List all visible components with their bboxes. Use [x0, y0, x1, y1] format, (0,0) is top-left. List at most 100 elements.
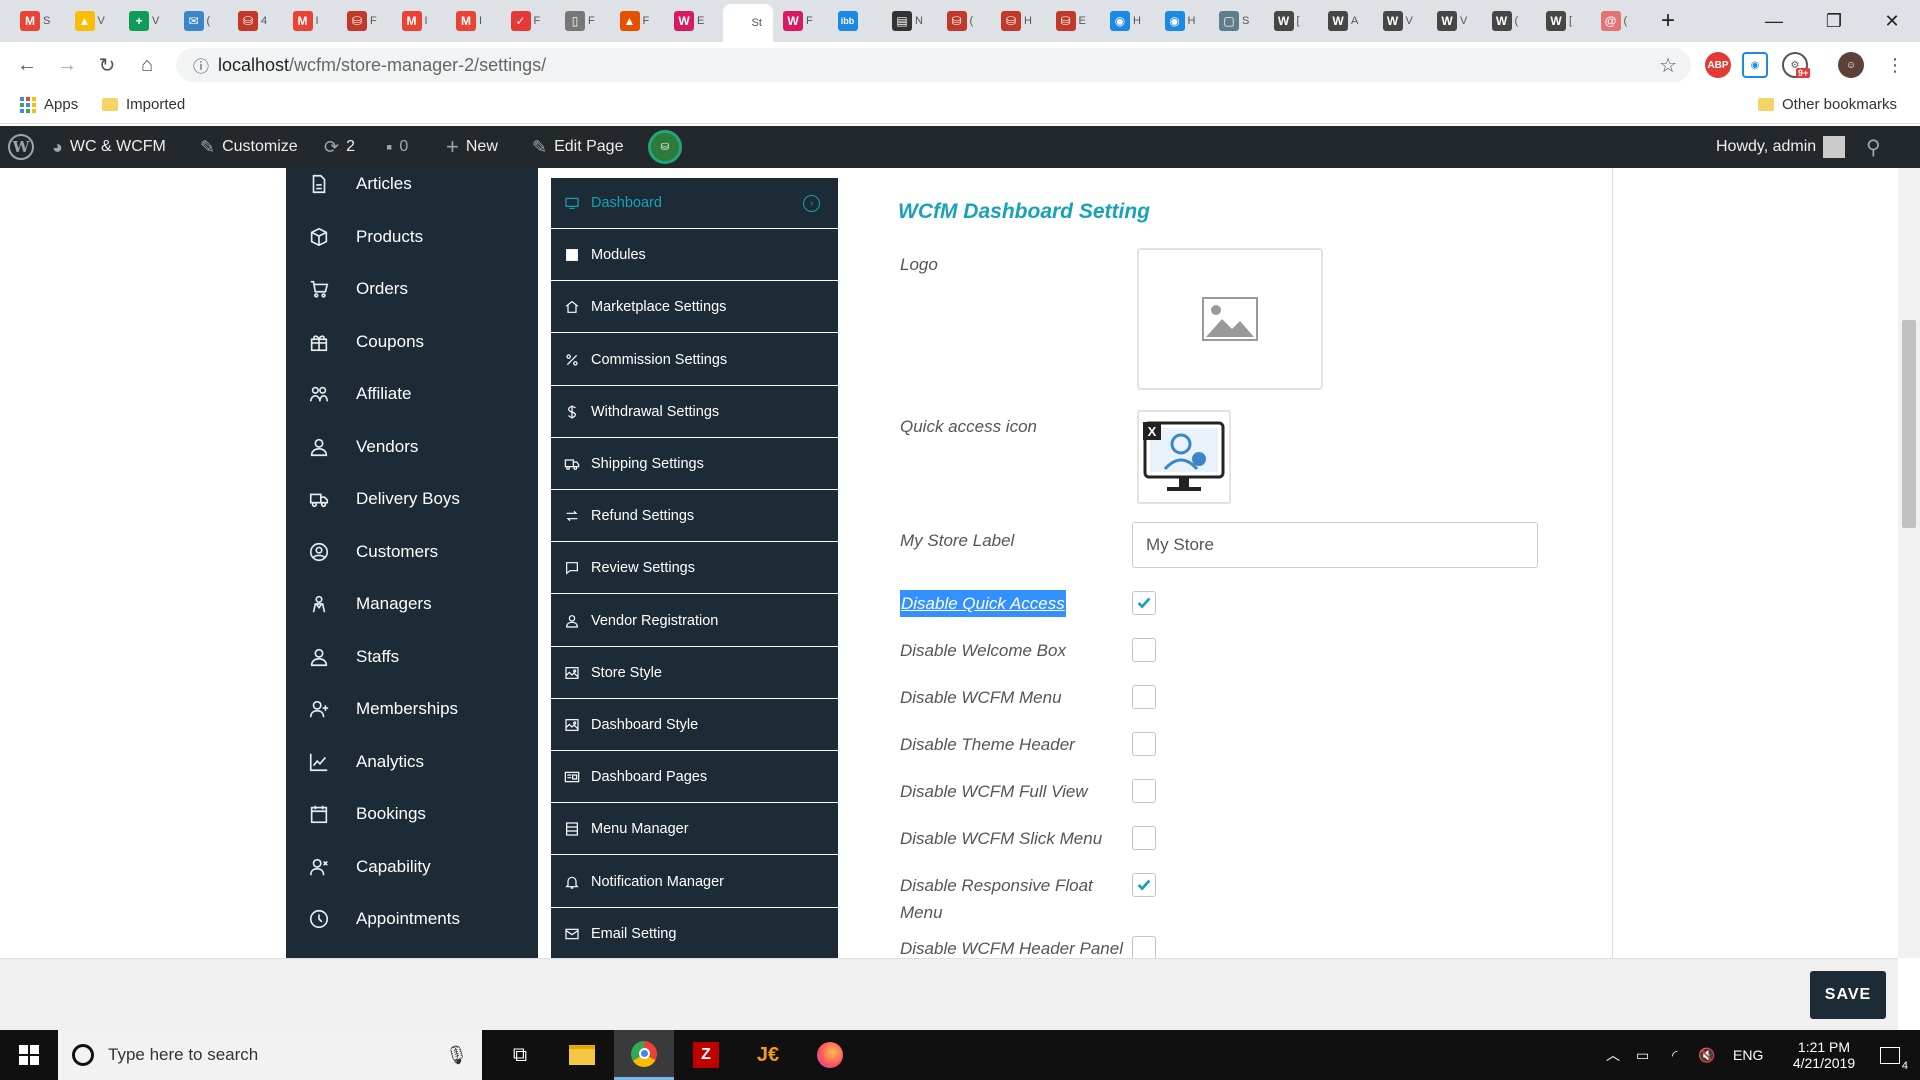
menu-item-memberships[interactable]: Memberships — [286, 683, 538, 735]
browser-tab[interactable]: ▢ S — [1213, 4, 1263, 38]
settings-nav-review-settings[interactable]: Review Settings — [551, 543, 838, 595]
bookmark-other[interactable]: Other bookmarks — [1758, 96, 1897, 113]
bookmark-imported[interactable]: Imported — [102, 96, 185, 113]
menu-item-bookings[interactable]: Bookings — [286, 788, 538, 840]
language-indicator[interactable]: ENG — [1733, 1030, 1763, 1080]
menu-item-staffs[interactable]: Staffs — [286, 631, 538, 683]
browser-tab[interactable]: ⛁ H — [995, 4, 1045, 38]
wp-logo-button[interactable]: W — [8, 126, 34, 168]
menu-item-delivery-boys[interactable]: Delivery Boys — [286, 473, 538, 525]
updates-link[interactable]: ⟳ 2 — [324, 126, 355, 168]
bookmark-star-icon[interactable]: ☆ — [1659, 53, 1677, 78]
browser-tab[interactable]: W( — [1486, 4, 1536, 38]
browser-tab[interactable]: W[ — [1268, 4, 1318, 38]
settings-nav-dashboard[interactable]: Dashboard › — [551, 178, 838, 229]
home-button[interactable]: ⌂ — [132, 50, 162, 80]
battery-icon[interactable]: ▭ — [1636, 1030, 1649, 1080]
edit-page-link[interactable]: ✎ Edit Page — [532, 126, 623, 168]
extension-icon[interactable]: ⚙ 9+ — [1782, 52, 1811, 78]
clock[interactable]: 1:21 PM 4/21/2019 — [1780, 1030, 1868, 1080]
close-window-button[interactable]: ✕ — [1864, 0, 1920, 42]
checkbox-disable-wcfm-header-panel[interactable] — [1132, 936, 1156, 958]
settings-nav-vendor-registration[interactable]: Vendor Registration — [551, 596, 838, 647]
browser-tab[interactable]: MS — [14, 4, 64, 38]
adblock-icon[interactable]: ABP — [1705, 52, 1731, 78]
browser-tab[interactable]: ⛁ 4 — [232, 4, 282, 38]
quick-access-icon-upload[interactable]: X — [1137, 410, 1231, 504]
settings-nav-dashboard-pages[interactable]: Dashboard Pages — [551, 752, 838, 804]
close-tab-icon[interactable]: ✕ — [771, 13, 773, 33]
browser-tab[interactable]: ▯ F — [559, 4, 609, 38]
my-account-link[interactable]: Howdy, admin — [1716, 126, 1846, 168]
browser-tab[interactable]: W[ — [1540, 4, 1590, 38]
browser-tab[interactable]: MI — [450, 4, 500, 38]
menu-item-articles[interactable]: Articles — [286, 168, 538, 210]
menu-item-managers[interactable]: Managers — [286, 578, 538, 630]
scrollbar-thumb[interactable] — [1902, 320, 1916, 528]
chrome-icon[interactable] — [614, 1030, 674, 1080]
site-name-link[interactable]: ◕ WC & WCFM — [52, 126, 166, 168]
settings-nav-notification-manager[interactable]: Notification Manager — [551, 857, 838, 908]
menu-item-products[interactable]: Products — [286, 211, 538, 263]
menu-item-capability[interactable]: Capability — [286, 841, 538, 893]
task-view-icon[interactable]: ⧉ — [490, 1030, 550, 1080]
browser-tab[interactable]: @( — [1595, 4, 1645, 38]
profile-avatar[interactable]: ☺ — [1838, 52, 1864, 78]
checkbox-disable-wcfm-menu[interactable] — [1132, 685, 1156, 709]
admin-search-button[interactable]: ⚲ — [1866, 126, 1881, 168]
browser-tab[interactable]: WA — [1322, 4, 1372, 38]
browser-tab[interactable]: ✓ F — [505, 4, 555, 38]
browser-tab[interactable]: ⛁ E — [1050, 4, 1100, 38]
jetbrains-icon[interactable]: J€ — [738, 1030, 798, 1080]
wifi-icon[interactable]: ◜ — [1672, 1030, 1677, 1080]
browser-tab[interactable]: ⛁( — [941, 4, 991, 38]
menu-item-affiliate[interactable]: Affiliate — [286, 368, 538, 420]
browser-tab[interactable]: WE — [668, 4, 718, 38]
browser-tab[interactable]: ✉( — [178, 4, 228, 38]
microphone-icon[interactable]: 🎙 — [445, 1045, 468, 1066]
checkbox-disable-quick-access[interactable] — [1132, 591, 1156, 615]
menu-kebab-icon[interactable]: ⋮ — [1880, 50, 1910, 80]
checkbox-disable-responsive-float-menu[interactable] — [1132, 873, 1156, 897]
tray-chevron-icon[interactable]: ︿ — [1606, 1030, 1620, 1080]
settings-nav-shipping-settings[interactable]: Shipping Settings — [551, 439, 838, 490]
firefox-icon[interactable] — [800, 1030, 860, 1080]
start-button[interactable] — [0, 1030, 58, 1080]
settings-nav-modules[interactable]: Modules — [551, 230, 838, 282]
settings-nav-dashboard-style[interactable]: Dashboard Style — [551, 700, 838, 751]
checkbox-disable-wcfm-slick-menu[interactable] — [1132, 826, 1156, 850]
settings-nav-email-setting[interactable]: Email Setting — [551, 909, 838, 958]
filezilla-icon[interactable]: Z — [676, 1030, 736, 1080]
browser-tab[interactable]: ◉ H — [1159, 4, 1209, 38]
browser-tab[interactable]: WV — [1377, 4, 1427, 38]
logo-upload[interactable] — [1137, 248, 1323, 390]
browser-tab[interactable]: ▤ N — [886, 4, 936, 38]
bookmark-apps[interactable]: Apps — [20, 96, 78, 113]
browser-tab[interactable]: MI — [287, 4, 337, 38]
address-bar[interactable]: ⓘ localhost/wcfm/store-manager-2/setting… — [176, 48, 1691, 82]
action-center-icon[interactable]: 4 — [1870, 1030, 1910, 1080]
settings-nav-commission-settings[interactable]: Commission Settings — [551, 335, 838, 386]
browser-tab[interactable]: WV — [1431, 4, 1481, 38]
browser-tab[interactable]: ▲ V — [69, 4, 119, 38]
store-label-input[interactable] — [1132, 522, 1538, 568]
screenshot-extension-icon[interactable]: ◉ — [1742, 52, 1768, 78]
browser-tab[interactable]: WF — [777, 4, 827, 38]
checkbox-disable-wcfm-full-view[interactable] — [1132, 779, 1156, 803]
taskbar-search[interactable]: Type here to search 🎙 — [58, 1030, 482, 1080]
menu-item-analytics[interactable]: Analytics — [286, 736, 538, 788]
settings-nav-store-style[interactable]: Store Style — [551, 648, 838, 699]
reload-button[interactable]: ↻ — [92, 50, 122, 80]
menu-item-coupons[interactable]: Coupons — [286, 316, 538, 368]
browser-tab[interactable]: St ✕ — [722, 4, 773, 42]
back-button[interactable]: ← — [12, 50, 42, 80]
minimize-button[interactable]: — — [1746, 0, 1802, 42]
browser-tab[interactable]: ibb — [832, 4, 882, 38]
browser-tab[interactable]: MI — [396, 4, 446, 38]
file-explorer-icon[interactable] — [552, 1030, 612, 1080]
browser-tab[interactable]: ⛁ F — [341, 4, 391, 38]
settings-nav-refund-settings[interactable]: Refund Settings — [551, 491, 838, 543]
info-icon[interactable]: ⓘ — [184, 53, 218, 77]
wcfm-avatar-button[interactable]: ⛁ — [648, 126, 682, 168]
settings-nav-withdrawal-settings[interactable]: Withdrawal Settings — [551, 387, 838, 438]
